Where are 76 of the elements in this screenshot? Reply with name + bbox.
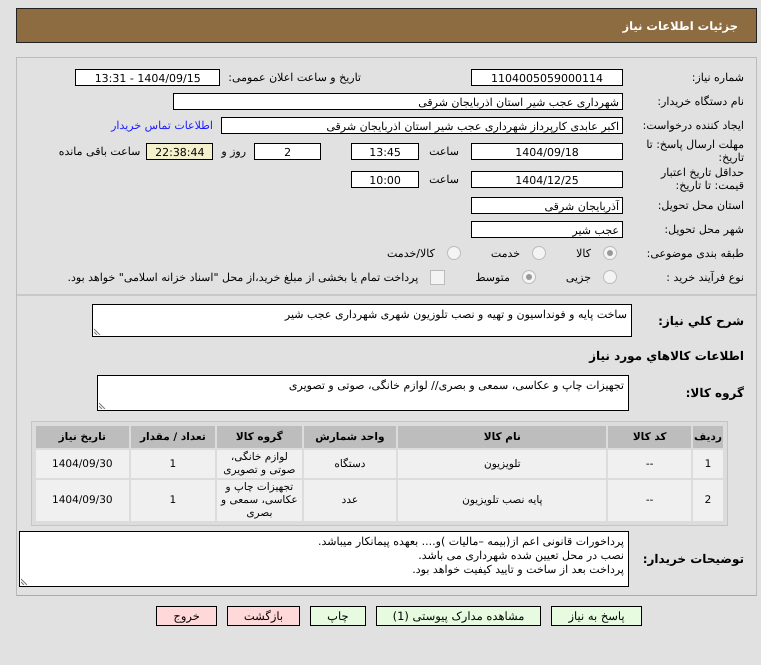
column-header: تعداد / مقدار xyxy=(130,426,216,448)
action-button[interactable]: چاپ xyxy=(310,606,366,626)
table-cell: -- xyxy=(608,450,691,478)
contact-link[interactable]: اطلاعات تماس خریدار xyxy=(111,118,213,132)
table-cell: 1 xyxy=(130,480,216,521)
text-area[interactable]: تجهیزات چاپ و عکاسی، سمعی و بصری// لوازم خانگی، صوتی و تصویری xyxy=(97,375,629,411)
field-label: شماره نیاز: xyxy=(690,70,745,84)
table-cell: لوازم خانگی، صوتی و تصویری xyxy=(217,450,302,478)
field-label: روز و xyxy=(221,144,246,158)
text-field[interactable]: اکبر عابدی کارپرداز شهرداری عجب شیر استان اذربایجان شرقی xyxy=(221,116,623,134)
radio-label: خدمت xyxy=(490,246,520,260)
table-cell: تلویزیون xyxy=(398,450,606,478)
field-label: تاریخ و ساعت اعلان عمومی: xyxy=(228,70,361,84)
radio-button[interactable] xyxy=(446,246,461,260)
radio-label: کالا/خدمت xyxy=(387,246,435,260)
table-cell: 2 xyxy=(692,480,723,521)
text-field[interactable]: 1104005059000114 xyxy=(471,68,623,86)
table-cell: 1 xyxy=(692,450,723,478)
checkbox-label: پرداخت تمام یا بخشی از مبلغ خرید،از محل "اسناد خزانه اسلامی" خواهد بود. xyxy=(68,270,418,284)
text-field[interactable]: 1404/12/25 xyxy=(471,170,623,188)
table-cell: دستگاه xyxy=(304,450,396,478)
text-field[interactable]: 10:00 xyxy=(351,170,420,188)
radio-button[interactable] xyxy=(522,270,536,284)
text-field[interactable]: آذربایجان شرقی xyxy=(471,196,623,214)
action-button[interactable]: بازگشت xyxy=(226,606,300,626)
text-field[interactable]: عجب شیر xyxy=(471,220,623,238)
section-title: اطلاعات کالاهاي مورد نياز xyxy=(589,348,745,365)
radio-label: جزیی xyxy=(566,270,591,284)
field-label: حداقل تاریخ اعتبار قیمت: تا تاریخ: xyxy=(660,166,745,192)
action-button[interactable]: مشاهده مدارک پیوستی (1) xyxy=(376,606,542,626)
field-label: استان محل تحویل: xyxy=(656,198,745,212)
page-title: جزئیات اطلاعات نیاز xyxy=(622,18,738,32)
field-label: شهر محل تحویل: xyxy=(663,222,745,236)
text-field[interactable]: 2 xyxy=(254,142,322,160)
field-label: نوع فرآیند خرید : xyxy=(665,270,745,284)
radio-button[interactable] xyxy=(603,246,617,260)
column-header: ردیف xyxy=(692,426,723,448)
text-area[interactable]: پرداخورات قانونی اعم از(بیمه –مالیات )و.... بعهده پیمانکار میباشد. نصب در محل تعیین شده شهرداری می باشد. پرداخت بعد از ساخت و تایید کیفیت خواهد بود. xyxy=(19,531,629,587)
table-cell: -- xyxy=(608,480,691,521)
field-label: ساعت xyxy=(429,144,459,158)
text-area[interactable]: ساخت پایه و فونداسیون و تهیه و نصب تلوزیون شهری شهرداری عجب شیر xyxy=(92,304,632,337)
field-label: طبقه بندی موضوعی: xyxy=(646,246,745,260)
radio-label: کالا xyxy=(576,246,591,260)
table-cell: 1404/09/30 xyxy=(36,450,129,478)
field-label: توضیحات خریدار: xyxy=(642,551,745,568)
action-button[interactable]: پاسخ به نیاز xyxy=(551,606,642,626)
resize-grip-icon[interactable] xyxy=(99,402,106,409)
text-field[interactable]: 1404/09/15 - 13:31 xyxy=(75,68,220,86)
field-label: مهلت ارسال پاسخ: تا تاریخ: xyxy=(645,138,745,164)
field-label: ایجاد کننده درخواست: xyxy=(642,118,745,132)
radio-button[interactable] xyxy=(603,270,617,284)
resize-grip-icon[interactable] xyxy=(21,578,28,585)
column-header: گروه کالا xyxy=(217,426,302,448)
resize-grip-icon[interactable] xyxy=(94,328,101,335)
column-header: واحد شمارش xyxy=(304,426,396,448)
field-label: ساعت xyxy=(429,172,459,186)
field-label: نام دستگاه خریدار: xyxy=(656,94,745,108)
countdown-field[interactable]: 22:38:44 xyxy=(146,142,214,160)
radio-button[interactable] xyxy=(532,246,546,260)
column-header: کد کالا xyxy=(608,426,691,448)
column-header: تاریخ نیاز xyxy=(36,426,129,448)
table-cell: 1 xyxy=(130,450,216,478)
field-label: گروه کالا: xyxy=(684,385,745,402)
text-field[interactable]: 1404/09/18 xyxy=(471,142,623,160)
column-header: نام کالا xyxy=(398,426,606,448)
radio-label: متوسط xyxy=(475,270,510,284)
table-cell: پایه نصب تلویزیون xyxy=(398,480,606,521)
field-label: شرح کلي نياز: xyxy=(657,312,745,330)
text-field[interactable]: شهرداری عجب شیر استان اذربایجان شرقی xyxy=(173,92,623,110)
table-cell: عدد xyxy=(304,480,396,521)
field-label: ساعت باقی مانده xyxy=(58,144,140,158)
table-cell: 1404/09/30 xyxy=(36,480,129,521)
action-button[interactable]: خروج xyxy=(156,606,217,626)
text-field[interactable]: 13:45 xyxy=(351,142,420,160)
table-cell: تجهیزات چاپ و عکاسی، سمعی و بصری xyxy=(217,480,302,521)
checkbox[interactable] xyxy=(430,270,446,284)
